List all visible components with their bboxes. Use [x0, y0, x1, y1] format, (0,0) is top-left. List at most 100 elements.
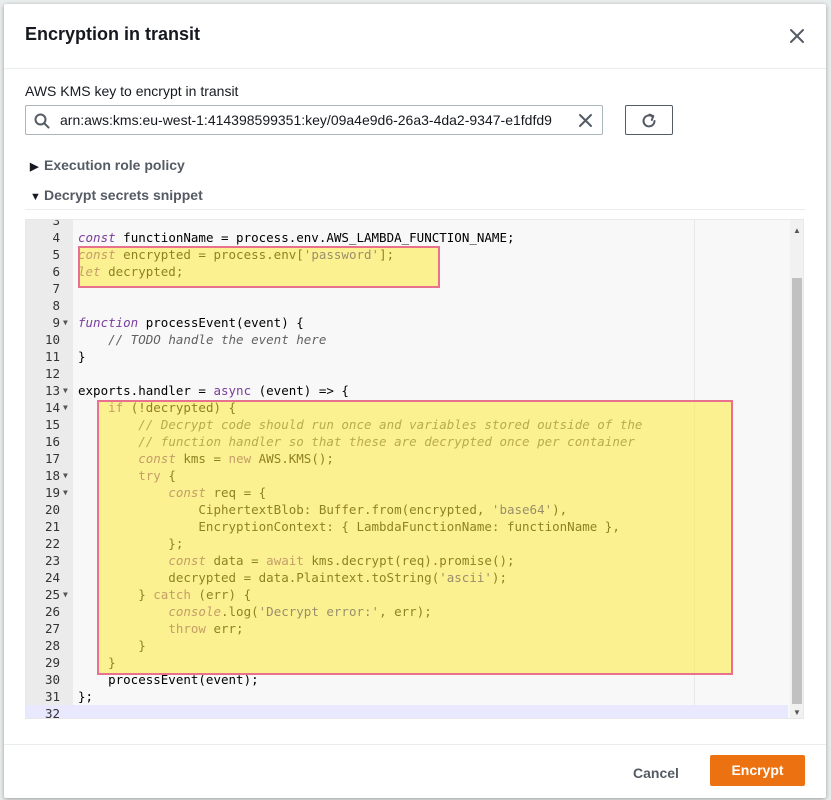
line-number: 8: [52, 298, 60, 313]
code-text: };: [78, 536, 184, 551]
code-line[interactable]: 20 CiphertextBlob: Buffer.from(encrypted…: [26, 501, 788, 518]
scroll-down-icon[interactable]: ▼: [793, 708, 801, 717]
code-line[interactable]: 23 const data = await kms.decrypt(req).p…: [26, 552, 788, 569]
line-number: 9: [52, 315, 60, 330]
editor-scrollbar[interactable]: ▲ ▼: [790, 220, 803, 718]
fold-toggle-icon[interactable]: ▼: [63, 382, 68, 399]
modal-title: Encryption in transit: [25, 24, 201, 44]
line-number: 27: [44, 621, 60, 636]
line-number: 32: [44, 706, 60, 719]
code-line[interactable]: 4 const functionName = process.env.AWS_LA…: [26, 229, 788, 246]
code-text: const functionName = process.env.AWS_LAM…: [78, 230, 515, 245]
line-number: 6: [52, 264, 60, 279]
code-text: exports.handler = async (event) => {: [78, 383, 349, 398]
line-number: 3: [52, 219, 60, 228]
execution-role-policy-label: Execution role policy: [44, 157, 185, 173]
fold-toggle-icon[interactable]: ▼: [63, 314, 68, 331]
code-text: CiphertextBlob: Buffer.from(encrypted, '…: [78, 502, 568, 517]
code-line[interactable]: 3: [26, 219, 788, 229]
code-line[interactable]: 7: [26, 280, 788, 297]
code-line[interactable]: 11}: [26, 348, 788, 365]
code-text: let decrypted;: [78, 264, 184, 279]
line-number: 18: [44, 468, 60, 483]
scroll-up-icon[interactable]: ▲: [793, 226, 801, 235]
code-line[interactable]: 13 ▼ exports.handler = async (event) => {: [26, 382, 788, 399]
fold-toggle-icon[interactable]: ▼: [63, 586, 68, 603]
caret-down-icon: ▼: [30, 191, 41, 203]
caret-right-icon: ▶: [30, 161, 39, 173]
section-divider: [25, 209, 805, 210]
code-line[interactable]: 15 // Decrypt code should run once and v…: [26, 416, 788, 433]
decrypt-secrets-snippet-label: Decrypt secrets snippet: [44, 187, 203, 203]
encrypt-button[interactable]: Encrypt: [710, 755, 805, 786]
code-editor[interactable]: 3 4 const functionName = process.env.AWS_L…: [25, 219, 804, 719]
code-line[interactable]: 6 let decrypted;: [26, 263, 788, 280]
code-line[interactable]: 12: [26, 365, 788, 382]
code-text: const data = await kms.decrypt(req).prom…: [168, 553, 515, 568]
code-line[interactable]: 31};: [26, 688, 788, 705]
code-text: }: [78, 349, 86, 364]
fold-toggle-icon[interactable]: ▼: [63, 399, 68, 416]
code-line[interactable]: 10 // TODO handle the event here: [26, 331, 788, 348]
kms-key-label: AWS KMS key to encrypt in transit: [25, 83, 239, 99]
code-text: } catch (err) {: [78, 587, 252, 602]
fold-toggle-icon[interactable]: ▼: [63, 467, 68, 484]
code-line[interactable]: 25 ▼ } catch (err) {: [26, 586, 788, 603]
code-text: console.log('Decrypt error:', err);: [168, 604, 432, 619]
execution-role-policy-expander[interactable]: ▶ Execution role policy: [30, 157, 185, 173]
refresh-button[interactable]: [625, 105, 673, 135]
code-line[interactable]: 26 console.log('Decrypt error:', err);: [26, 603, 788, 620]
code-line[interactable]: 5 const encrypted = process.env['password…: [26, 246, 788, 263]
line-number: 11: [44, 349, 60, 364]
line-number: 22: [44, 536, 60, 551]
close-icon[interactable]: [786, 25, 808, 47]
code-text: decrypted = data.Plaintext.toString('asc…: [78, 570, 507, 585]
line-number: 28: [44, 638, 60, 653]
code-text: }: [78, 655, 116, 670]
code-text: // function handler so that these are de…: [138, 434, 635, 449]
code-text: processEvent(event);: [78, 672, 259, 687]
code-line[interactable]: 27 throw err;: [26, 620, 788, 637]
line-number: 4: [52, 230, 60, 245]
line-number: 29: [44, 655, 60, 670]
code-text: EncryptionContext: { LambdaFunctionName:…: [78, 519, 620, 534]
encryption-modal: Encryption in transit AWS KMS key to enc…: [4, 4, 826, 798]
line-number: 19: [44, 485, 60, 500]
code-text: // Decrypt code should run once and vari…: [138, 417, 643, 432]
code-line[interactable]: 19 ▼ const req = {: [26, 484, 788, 501]
code-line[interactable]: 28 }: [26, 637, 788, 654]
code-text: }: [78, 638, 146, 653]
line-number: 20: [44, 502, 60, 517]
modal-header: Encryption in transit: [4, 4, 826, 69]
code-line[interactable]: 30 processEvent(event);: [26, 671, 788, 688]
line-number: 13: [44, 383, 60, 398]
code-line[interactable]: 8: [26, 297, 788, 314]
kms-key-value: arn:aws:kms:eu-west-1:414398599351:key/0…: [60, 112, 552, 128]
code-line[interactable]: 9 ▼ function processEvent(event) {: [26, 314, 788, 331]
code-line[interactable]: 21 EncryptionContext: { LambdaFunctionNa…: [26, 518, 788, 535]
line-number: 10: [44, 332, 60, 347]
code-line[interactable]: 18 ▼ try {: [26, 467, 788, 484]
code-text: const req = {: [168, 485, 267, 500]
code-line[interactable]: 22 };: [26, 535, 788, 552]
code-line[interactable]: 29 }: [26, 654, 788, 671]
code-line[interactable]: 17 const kms = new AWS.KMS();: [26, 450, 788, 467]
fold-toggle-icon[interactable]: ▼: [63, 484, 68, 501]
scrollbar-thumb[interactable]: [792, 278, 802, 704]
code-text: try {: [138, 468, 176, 483]
line-number: 30: [44, 672, 60, 687]
code-line[interactable]: 32: [26, 705, 788, 719]
line-number: 14: [44, 400, 60, 415]
line-number: 16: [44, 434, 60, 449]
code-line[interactable]: 24 decrypted = data.Plaintext.toString('…: [26, 569, 788, 586]
refresh-icon: [642, 113, 656, 128]
line-number: 5: [52, 247, 60, 262]
code-line[interactable]: 14 ▼ if (!decrypted) {: [26, 399, 788, 416]
kms-key-search-input[interactable]: arn:aws:kms:eu-west-1:414398599351:key/0…: [25, 105, 603, 135]
line-number: 17: [44, 451, 60, 466]
clear-icon[interactable]: [578, 113, 593, 128]
decrypt-secrets-snippet-expander[interactable]: ▼ Decrypt secrets snippet: [30, 187, 203, 203]
code-text: };: [78, 689, 94, 704]
code-line[interactable]: 16 // function handler so that these are…: [26, 433, 788, 450]
cancel-button[interactable]: Cancel: [626, 758, 686, 788]
